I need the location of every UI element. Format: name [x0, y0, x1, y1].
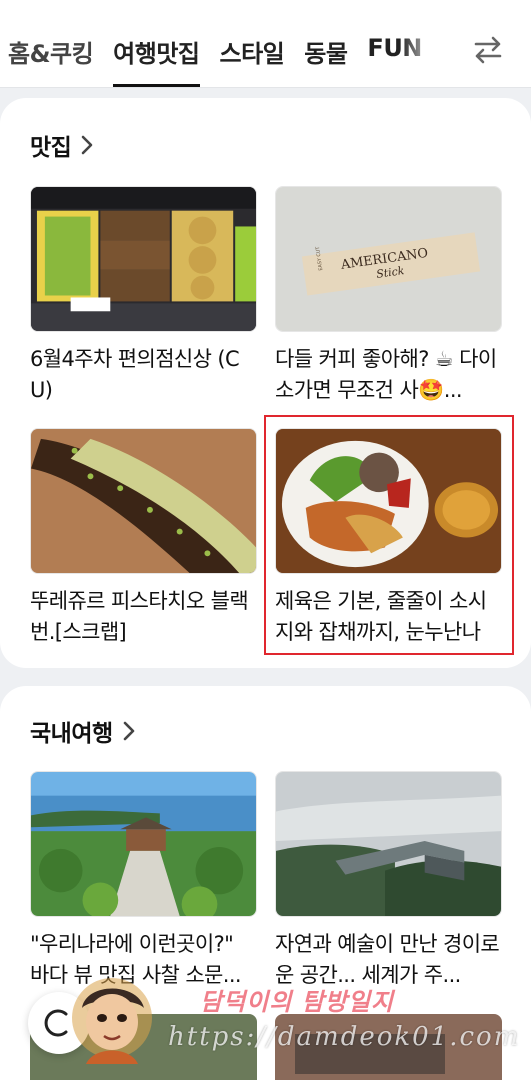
tab-home-cooking[interactable]: 홈&쿠킹: [8, 34, 94, 74]
item-caption: 제육은 기본, 줄줄이 소시지와 잡채까지, 눈누난나: [275, 589, 487, 644]
thumbnail-seaside-temple: [30, 771, 257, 917]
tab-travel-food[interactable]: 여행맛집: [113, 34, 200, 87]
tab-fade: [400, 20, 460, 80]
thumbnail-snacks: [30, 186, 257, 332]
chevron-right-icon: [82, 135, 93, 155]
section-title-label: 맛집: [30, 135, 72, 161]
thumbnail-misty-forest: [275, 771, 502, 917]
tab-edit-button[interactable]: [468, 30, 508, 70]
watermark-title: 담덕이의 탐방일지: [200, 987, 394, 1016]
watermark-url: https://damdeok01.com: [168, 1022, 521, 1052]
content-item[interactable]: 자연과 예술이 만난 경이로운 공간... 세계가 주...: [275, 771, 502, 991]
section-title-travel[interactable]: 국내여행: [30, 714, 137, 748]
watermark-avatar: [72, 978, 152, 1064]
section-title-label: 국내여행: [30, 721, 113, 747]
content-item[interactable]: 뚜레쥬르 피스타치오 블랙번.[스크랩]: [30, 428, 257, 648]
category-tabs: 홈&쿠킹 여행맛집 스타일 동물 FUN: [8, 34, 442, 87]
item-caption: 6월4주차 편의점신상 (CU): [30, 347, 240, 402]
content-item[interactable]: 6월4주차 편의점신상 (CU): [30, 186, 257, 406]
thumbnail-pistachio-bun: [30, 428, 257, 574]
tab-animals[interactable]: 동물: [304, 34, 348, 74]
item-caption: 뚜레쥬르 피스타치오 블랙번.[스크랩]: [30, 589, 249, 644]
section-card-food: 맛집 6월4주차 편의점신상 (CU) AMERICANO Stick EASY…: [0, 98, 531, 668]
content-item[interactable]: 제육은 기본, 줄줄이 소시지와 잡채까지, 눈누난나: [275, 428, 502, 648]
item-caption: 다들 커피 좋아해? ☕ 다이소가면 무조건 사🤩...: [275, 347, 497, 402]
thumbnail-buffet-plate: [275, 428, 502, 574]
content-item[interactable]: "우리나라에 이런곳이?" 바다 뷰 맛집 사찰 소문...: [30, 771, 257, 991]
tab-style[interactable]: 스타일: [220, 34, 285, 74]
chevron-right-icon: [123, 721, 134, 741]
content-item[interactable]: AMERICANO Stick EASY CUT 다들 커피 좋아해? ☕ 다이…: [275, 186, 502, 406]
swap-arrows-icon: [474, 36, 502, 64]
thumbnail-americano: AMERICANO Stick EASY CUT: [275, 186, 502, 332]
section-title-food[interactable]: 맛집: [30, 128, 95, 162]
category-tab-bar: 홈&쿠킹 여행맛집 스타일 동물 FUN: [0, 0, 531, 88]
